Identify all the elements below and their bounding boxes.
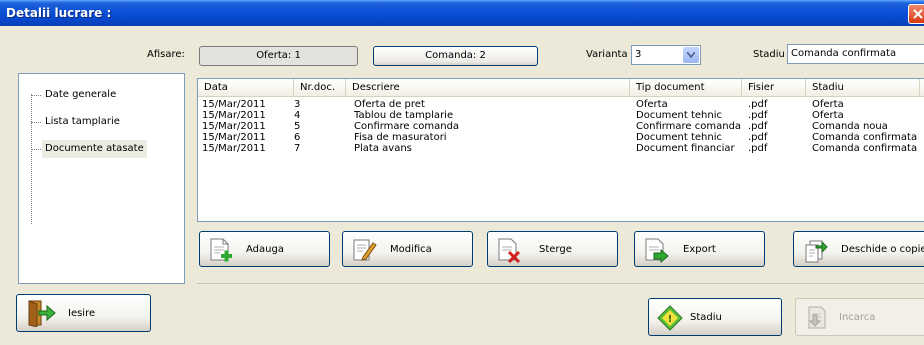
table-row[interactable]: 15/Mar/2011 3 Oferta de pret Oferta .pdf… [198, 99, 924, 110]
export-label: Export [683, 244, 716, 255]
oferta-toggle-button[interactable]: Oferta: 1 [199, 46, 358, 66]
comanda-toggle-button[interactable]: Comanda: 2 [373, 46, 538, 66]
cell-nr-doc: 3 [294, 99, 301, 110]
adauga-label: Adauga [246, 244, 284, 255]
divider [197, 283, 924, 284]
load-document-icon [808, 306, 826, 329]
incarca-button[interactable]: Incarca [795, 298, 924, 336]
deschide-copie-button[interactable]: Deschide o copie [793, 231, 924, 267]
cell-fisier: .pdf [748, 132, 768, 143]
varianta-value: 3 [635, 49, 642, 60]
cell-nr-doc: 7 [294, 143, 301, 154]
export-button[interactable]: Export [634, 231, 765, 267]
delete-document-icon [498, 238, 521, 263]
iesire-button[interactable]: Iesire [16, 294, 151, 332]
cell-stadiu: Oferta [812, 110, 844, 121]
column-header-tip-document[interactable]: Tip document [630, 79, 742, 96]
cell-data: 15/Mar/2011 [202, 110, 266, 121]
cell-stadiu: Comanda noua [812, 121, 888, 132]
table-row[interactable]: 15/Mar/2011 7 Plata avans Document finan… [198, 143, 924, 154]
cell-stadiu: Comanda confirmata [812, 132, 918, 143]
incarca-label: Incarca [839, 312, 876, 323]
cell-descriere: Fisa de masuratori [354, 132, 447, 143]
cell-tip-document: Document tehnic [636, 110, 723, 121]
title-bar: Detalii lucrare : [0, 0, 924, 26]
adauga-button[interactable]: Adauga [199, 231, 330, 267]
column-header-descriere[interactable]: Descriere [346, 79, 630, 96]
cell-descriere: Oferta de pret [354, 99, 425, 110]
cell-fisier: .pdf [748, 121, 768, 132]
stadiu-value: Comanda confirmata [791, 48, 897, 59]
sterge-button[interactable]: Sterge [487, 231, 618, 267]
cell-data: 15/Mar/2011 [202, 121, 266, 132]
column-header-nr-doc[interactable]: Nr.doc. [294, 79, 346, 96]
table-row[interactable]: 15/Mar/2011 4 Tablou de tamplarie Docume… [198, 110, 924, 121]
cell-stadiu: Oferta [812, 99, 844, 110]
cell-nr-doc: 4 [294, 110, 301, 121]
export-document-icon [645, 238, 669, 263]
status-diamond-icon: ! [657, 305, 683, 331]
cell-fisier: .pdf [748, 99, 768, 110]
cell-stadiu: Comanda confirmata [812, 143, 918, 154]
cell-data: 15/Mar/2011 [202, 143, 266, 154]
cell-tip-document: Confirmare comanda [636, 121, 742, 132]
close-icon [913, 9, 923, 19]
cell-fisier: .pdf [748, 143, 768, 154]
column-header-stadiu[interactable]: Stadiu [806, 79, 920, 96]
chevron-down-icon [687, 52, 695, 58]
svg-text:!: ! [668, 314, 673, 325]
tree-item-label: Date generale [45, 89, 117, 100]
cell-descriere: Plata avans [354, 143, 412, 154]
tree-connector-line [31, 94, 32, 224]
iesire-label: Iesire [68, 308, 96, 319]
sterge-label: Sterge [539, 244, 572, 255]
cell-nr-doc: 6 [294, 132, 301, 143]
varianta-select[interactable]: 3 [631, 45, 701, 65]
cell-descriere: Confirmare comanda [354, 121, 460, 132]
cell-descriere: Tablou de tamplarie [354, 110, 454, 121]
cell-tip-document: Document financiar [636, 143, 735, 154]
cell-tip-document: Oferta [636, 99, 668, 110]
cell-data: 15/Mar/2011 [202, 99, 266, 110]
table-row[interactable]: 15/Mar/2011 6 Fisa de masuratori Documen… [198, 132, 924, 143]
modifica-button[interactable]: Modifica [342, 231, 473, 267]
window-title: Detalii lucrare : [6, 6, 112, 20]
documents-table[interactable]: Data Nr.doc. Descriere Tip document Fisi… [197, 78, 924, 222]
cell-data: 15/Mar/2011 [202, 132, 266, 143]
stadiu-button-label: Stadiu [690, 312, 722, 323]
afisare-label: Afisare: [147, 49, 185, 60]
add-document-icon [210, 238, 232, 262]
section-tree: Date generale Lista tamplarie Documente … [18, 73, 185, 284]
table-row[interactable]: 15/Mar/2011 5 Confirmare comanda Confirm… [198, 121, 924, 132]
stadiu-label: Stadiu [753, 49, 785, 60]
tree-item-label: Documente atasate [42, 140, 147, 158]
deschide-copie-label: Deschide o copie [841, 244, 924, 255]
close-button[interactable] [908, 4, 924, 24]
table-header: Data Nr.doc. Descriere Tip document Fisi… [198, 79, 924, 97]
column-header-fisier[interactable]: Fisier [742, 79, 806, 96]
column-header-data[interactable]: Data [198, 79, 294, 96]
dropdown-button[interactable] [683, 47, 699, 63]
open-copy-icon [805, 240, 828, 263]
cell-nr-doc: 5 [294, 121, 301, 132]
edit-document-icon [353, 239, 377, 261]
varianta-label: Varianta [586, 49, 628, 60]
stadiu-button[interactable]: ! Stadiu [648, 298, 782, 336]
modifica-label: Modifica [390, 244, 432, 255]
exit-door-icon [28, 300, 56, 327]
stadiu-field: Comanda confirmata [787, 44, 924, 64]
cell-tip-document: Document tehnic [636, 132, 723, 143]
cell-fisier: .pdf [748, 110, 768, 121]
tree-item-label: Lista tamplarie [45, 116, 120, 127]
